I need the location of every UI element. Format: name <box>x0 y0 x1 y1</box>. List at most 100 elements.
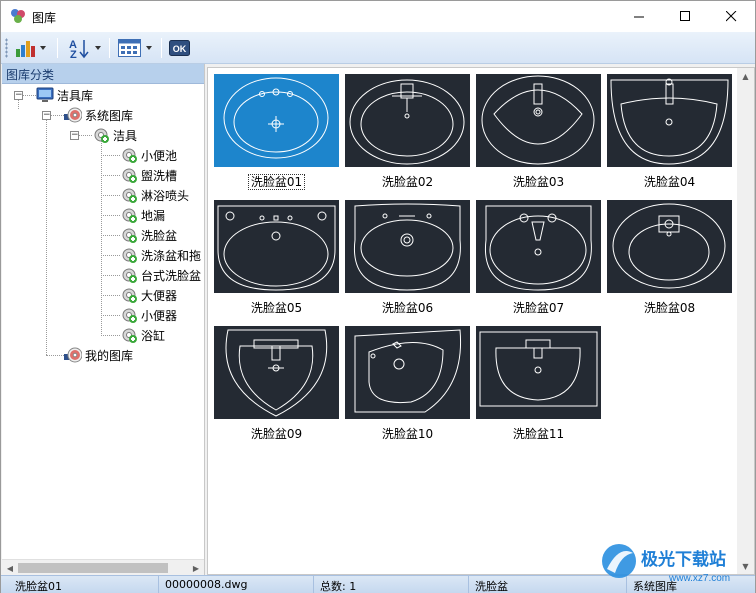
thumbnail-caption: 洗脸盆09 <box>214 425 339 442</box>
watermark-url: www.xz7.com <box>668 573 730 584</box>
gear-icon <box>122 328 137 343</box>
tree-item-label: 浴缸 <box>141 328 166 343</box>
washbasin-drawing-icon <box>345 200 470 293</box>
maximize-button[interactable] <box>662 1 708 32</box>
collapse-toggle[interactable]: − <box>70 131 79 140</box>
gallery-thumbnail[interactable]: 洗脸盆11 <box>476 326 601 442</box>
tree-connector <box>101 295 120 296</box>
tree-item-label: 洁具 <box>113 128 138 143</box>
scroll-left-icon[interactable]: ◀ <box>2 560 18 576</box>
thumbnail-caption: 洗脸盆04 <box>607 173 732 190</box>
tree-item[interactable]: 洗涤盆和拖 <box>120 245 201 265</box>
status-name: 洗脸盆01 <box>9 576 159 593</box>
thumbnail-caption: 洗脸盆05 <box>214 299 339 316</box>
thumbnail-caption: 洗脸盆02 <box>345 173 470 190</box>
minimize-icon <box>633 16 644 18</box>
tree-connector <box>101 195 120 196</box>
tree-item[interactable]: 小便池 <box>120 145 177 165</box>
gallery-thumbnail[interactable]: 洗脸盆06 <box>345 200 470 316</box>
gear-icon <box>122 288 137 303</box>
tree-item-label: 洁具库 <box>57 88 94 103</box>
tree-item[interactable]: 小便器 <box>120 305 177 325</box>
disc-icon <box>64 347 82 363</box>
gallery-thumbnail[interactable]: 洗脸盆10 <box>345 326 470 442</box>
gallery-thumbnail[interactable]: 洗脸盆09 <box>214 326 339 442</box>
thumbnail-label: 洗脸盆11 <box>512 427 565 441</box>
chevron-down-icon[interactable] <box>40 46 46 50</box>
thumbnail-caption: 洗脸盆01 <box>214 173 339 190</box>
washbasin-drawing-icon <box>214 326 339 419</box>
scroll-up-icon[interactable]: ▲ <box>737 68 754 84</box>
tree-item[interactable]: 台式洗脸盆 <box>120 265 201 285</box>
view-mode-button[interactable] <box>118 35 152 61</box>
close-button[interactable] <box>708 1 754 32</box>
category-panel: 图库分类 洁具库 − 系统图库 − 洁具 − 小便池 盥洗槽 淋浴喷头 地漏 洗脸盆 洗涤盆和拖 台式洗… <box>2 64 205 575</box>
tree-item-label: 小便池 <box>141 148 178 163</box>
thumbnail-label: 洗脸盆09 <box>250 427 303 441</box>
tree-item-label: 小便器 <box>141 308 178 323</box>
gear-icon <box>122 208 137 223</box>
tree-item[interactable]: 洁具 <box>92 125 137 145</box>
tree-item[interactable]: 洁具库 <box>36 85 93 105</box>
washbasin-drawing-icon <box>476 326 601 419</box>
tree-connector <box>46 115 47 355</box>
title-bar: 图库 <box>1 1 755 32</box>
app-icon <box>11 9 25 23</box>
thumbnail-caption: 洗脸盆11 <box>476 425 601 442</box>
thumbnail-label: 洗脸盆06 <box>381 301 434 315</box>
gallery-thumbnail[interactable]: 洗脸盆03 <box>476 74 601 190</box>
gallery-thumbnail[interactable]: 洗脸盆04 <box>607 74 732 190</box>
thumbnail-label: 洗脸盆03 <box>512 175 565 189</box>
tree-item[interactable]: 淋浴喷头 <box>120 185 189 205</box>
tree-connector <box>46 355 64 356</box>
tree-item[interactable]: 系统图库 <box>64 105 133 125</box>
ok-icon: OK <box>169 40 190 56</box>
toolbar-separator <box>109 38 110 58</box>
tree-item[interactable]: 地漏 <box>120 205 165 225</box>
window-title: 图库 <box>32 11 57 25</box>
gear-icon <box>122 308 137 323</box>
tree-connector <box>101 215 120 216</box>
chevron-down-icon[interactable] <box>95 46 101 50</box>
chart-view-button[interactable] <box>14 35 46 61</box>
tree-connector <box>101 155 120 156</box>
thumbnail-caption: 洗脸盆08 <box>607 299 732 316</box>
ok-label: OK <box>173 44 187 54</box>
vertical-scrollbar[interactable]: ▲ ▼ <box>737 68 754 574</box>
collapse-toggle[interactable]: − <box>42 111 51 120</box>
scroll-right-icon[interactable]: ▶ <box>188 560 204 576</box>
tree-connector <box>101 235 120 236</box>
scrollbar-thumb[interactable] <box>18 563 168 573</box>
washbasin-drawing-icon <box>607 200 732 293</box>
tree-item[interactable]: 盥洗槽 <box>120 165 177 185</box>
gallery-window: 图库 A Z OK 图库分类 洁具库 − 系统图库 − 洁具 − 小便池 盥洗槽… <box>0 0 756 593</box>
tree-connector <box>101 275 120 276</box>
gear-icon <box>94 128 109 143</box>
horizontal-scrollbar[interactable]: ◀ ▶ <box>2 559 204 575</box>
chevron-down-icon[interactable] <box>146 46 152 50</box>
gear-icon <box>122 188 137 203</box>
category-tree: 洁具库 − 系统图库 − 洁具 − 小便池 盥洗槽 淋浴喷头 地漏 洗脸盆 洗涤盆和拖 台式洗脸盆 大便器… <box>2 84 204 559</box>
washbasin-drawing-icon <box>476 74 601 167</box>
washbasin-drawing-icon <box>214 74 339 167</box>
tree-item[interactable]: 大便器 <box>120 285 177 305</box>
tree-item[interactable]: 洗脸盆 <box>120 225 177 245</box>
gallery-thumbnail[interactable]: 洗脸盆02 <box>345 74 470 190</box>
close-icon <box>725 11 736 22</box>
sort-button[interactable]: A Z <box>67 35 101 61</box>
tree-item-label: 台式洗脸盆 <box>141 268 202 283</box>
toolbar-grip[interactable] <box>5 38 8 58</box>
collapse-toggle[interactable]: − <box>14 91 23 100</box>
tree-item-label: 洗涤盆和拖 <box>141 248 202 263</box>
gallery-thumbnail[interactable]: 洗脸盆05 <box>214 200 339 316</box>
tree-item[interactable]: 浴缸 <box>120 325 165 345</box>
gallery-thumbnail[interactable]: 洗脸盆08 <box>607 200 732 316</box>
tree-item[interactable]: 我的图库 <box>64 345 133 365</box>
thumbnail-caption: 洗脸盆10 <box>345 425 470 442</box>
status-total: 总数: 1 <box>314 576 469 593</box>
minimize-button[interactable] <box>616 1 662 32</box>
gallery-thumbnail[interactable]: 洗脸盆07 <box>476 200 601 316</box>
ok-button[interactable]: OK <box>169 35 191 61</box>
gallery-thumbnail[interactable]: 洗脸盆01 <box>214 74 339 190</box>
tree-item-label: 淋浴喷头 <box>141 188 190 203</box>
